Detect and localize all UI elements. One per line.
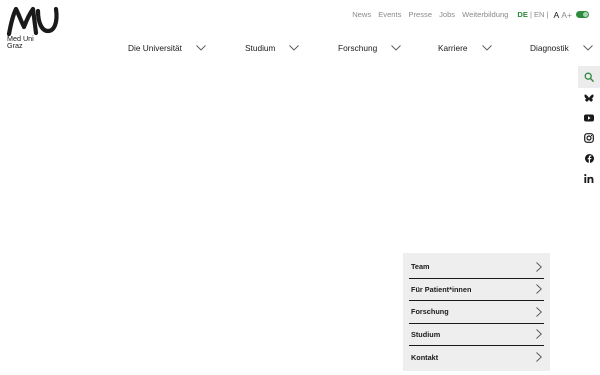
- chevron-right-icon: [536, 284, 542, 295]
- quick-link-studium[interactable]: Studium: [409, 324, 544, 346]
- chevron-right-icon: [536, 329, 542, 340]
- lang-de[interactable]: DE: [517, 10, 528, 19]
- nav-label: Diagnostik: [530, 43, 569, 53]
- quick-link-label: Studium: [411, 329, 441, 339]
- quick-link-label: Für Patient*innen: [411, 284, 472, 294]
- nav-item-diagnostik[interactable]: Diagnostik: [530, 40, 593, 56]
- quick-link-kontakt[interactable]: Kontakt: [409, 346, 544, 369]
- nav-item-forschung[interactable]: Forschung: [338, 40, 402, 56]
- nav-label: Die Universität: [128, 43, 182, 53]
- youtube-icon: [584, 114, 594, 122]
- instagram-icon: [584, 133, 594, 143]
- utility-link-news[interactable]: News: [352, 10, 371, 19]
- quick-link-label: Kontakt: [411, 352, 439, 362]
- lang-separator-2: |: [546, 10, 549, 19]
- chevron-down-icon: [196, 45, 206, 51]
- facebook-icon: [584, 153, 594, 163]
- instagram-link[interactable]: [578, 128, 600, 148]
- quick-link-forschung[interactable]: Forschung: [409, 301, 544, 324]
- utility-link-jobs[interactable]: Jobs: [439, 10, 455, 19]
- quick-link-label: Team: [411, 262, 430, 272]
- mu-logo-icon: [6, 6, 59, 37]
- utility-nav: News Events Presse Jobs Weiterbildung DE…: [352, 9, 589, 20]
- chevron-down-icon: [289, 45, 300, 51]
- lang-separator: |: [529, 10, 532, 19]
- chevron-right-icon: [536, 261, 542, 272]
- nav-label: Karriere: [438, 43, 468, 53]
- chevron-right-icon: [536, 352, 542, 363]
- bluesky-link[interactable]: [578, 88, 600, 108]
- search-icon: [584, 72, 594, 82]
- language-switcher: DE | EN |: [517, 10, 550, 19]
- nav-item-karriere[interactable]: Karriere: [438, 40, 492, 56]
- font-size-larger[interactable]: A+: [561, 10, 572, 20]
- chevron-down-icon: [391, 45, 402, 51]
- social-sidebar: [578, 66, 600, 188]
- quick-links-panel: Team Für Patient*innen Forschung Studium…: [403, 253, 550, 371]
- nav-label: Studium: [245, 43, 276, 53]
- bluesky-icon: [584, 93, 594, 102]
- font-size-normal[interactable]: A: [554, 10, 560, 20]
- youtube-link[interactable]: [578, 108, 600, 128]
- search-button[interactable]: [578, 66, 600, 88]
- quick-link-patienten[interactable]: Für Patient*innen: [409, 279, 544, 301]
- nav-item-studium[interactable]: Studium: [245, 40, 300, 56]
- chevron-down-icon: [481, 45, 492, 51]
- chevron-down-icon: [582, 45, 593, 51]
- lang-en[interactable]: EN: [534, 10, 545, 19]
- utility-link-presse[interactable]: Presse: [408, 10, 432, 19]
- facebook-link[interactable]: [578, 148, 600, 168]
- linkedin-icon: [584, 173, 594, 183]
- utility-link-events[interactable]: Events: [378, 10, 401, 19]
- quick-link-label: Forschung: [411, 307, 449, 317]
- linkedin-link[interactable]: [578, 168, 600, 188]
- nav-item-universitaet[interactable]: Die Universität: [128, 40, 206, 56]
- main-nav: Die Universität Studium Forschung Karrie…: [0, 40, 600, 56]
- chevron-right-icon: [536, 306, 542, 317]
- contrast-toggle[interactable]: [576, 11, 589, 18]
- quick-link-team[interactable]: Team: [409, 256, 544, 279]
- nav-label: Forschung: [338, 43, 378, 53]
- utility-link-weiterbildung[interactable]: Weiterbildung: [462, 10, 508, 19]
